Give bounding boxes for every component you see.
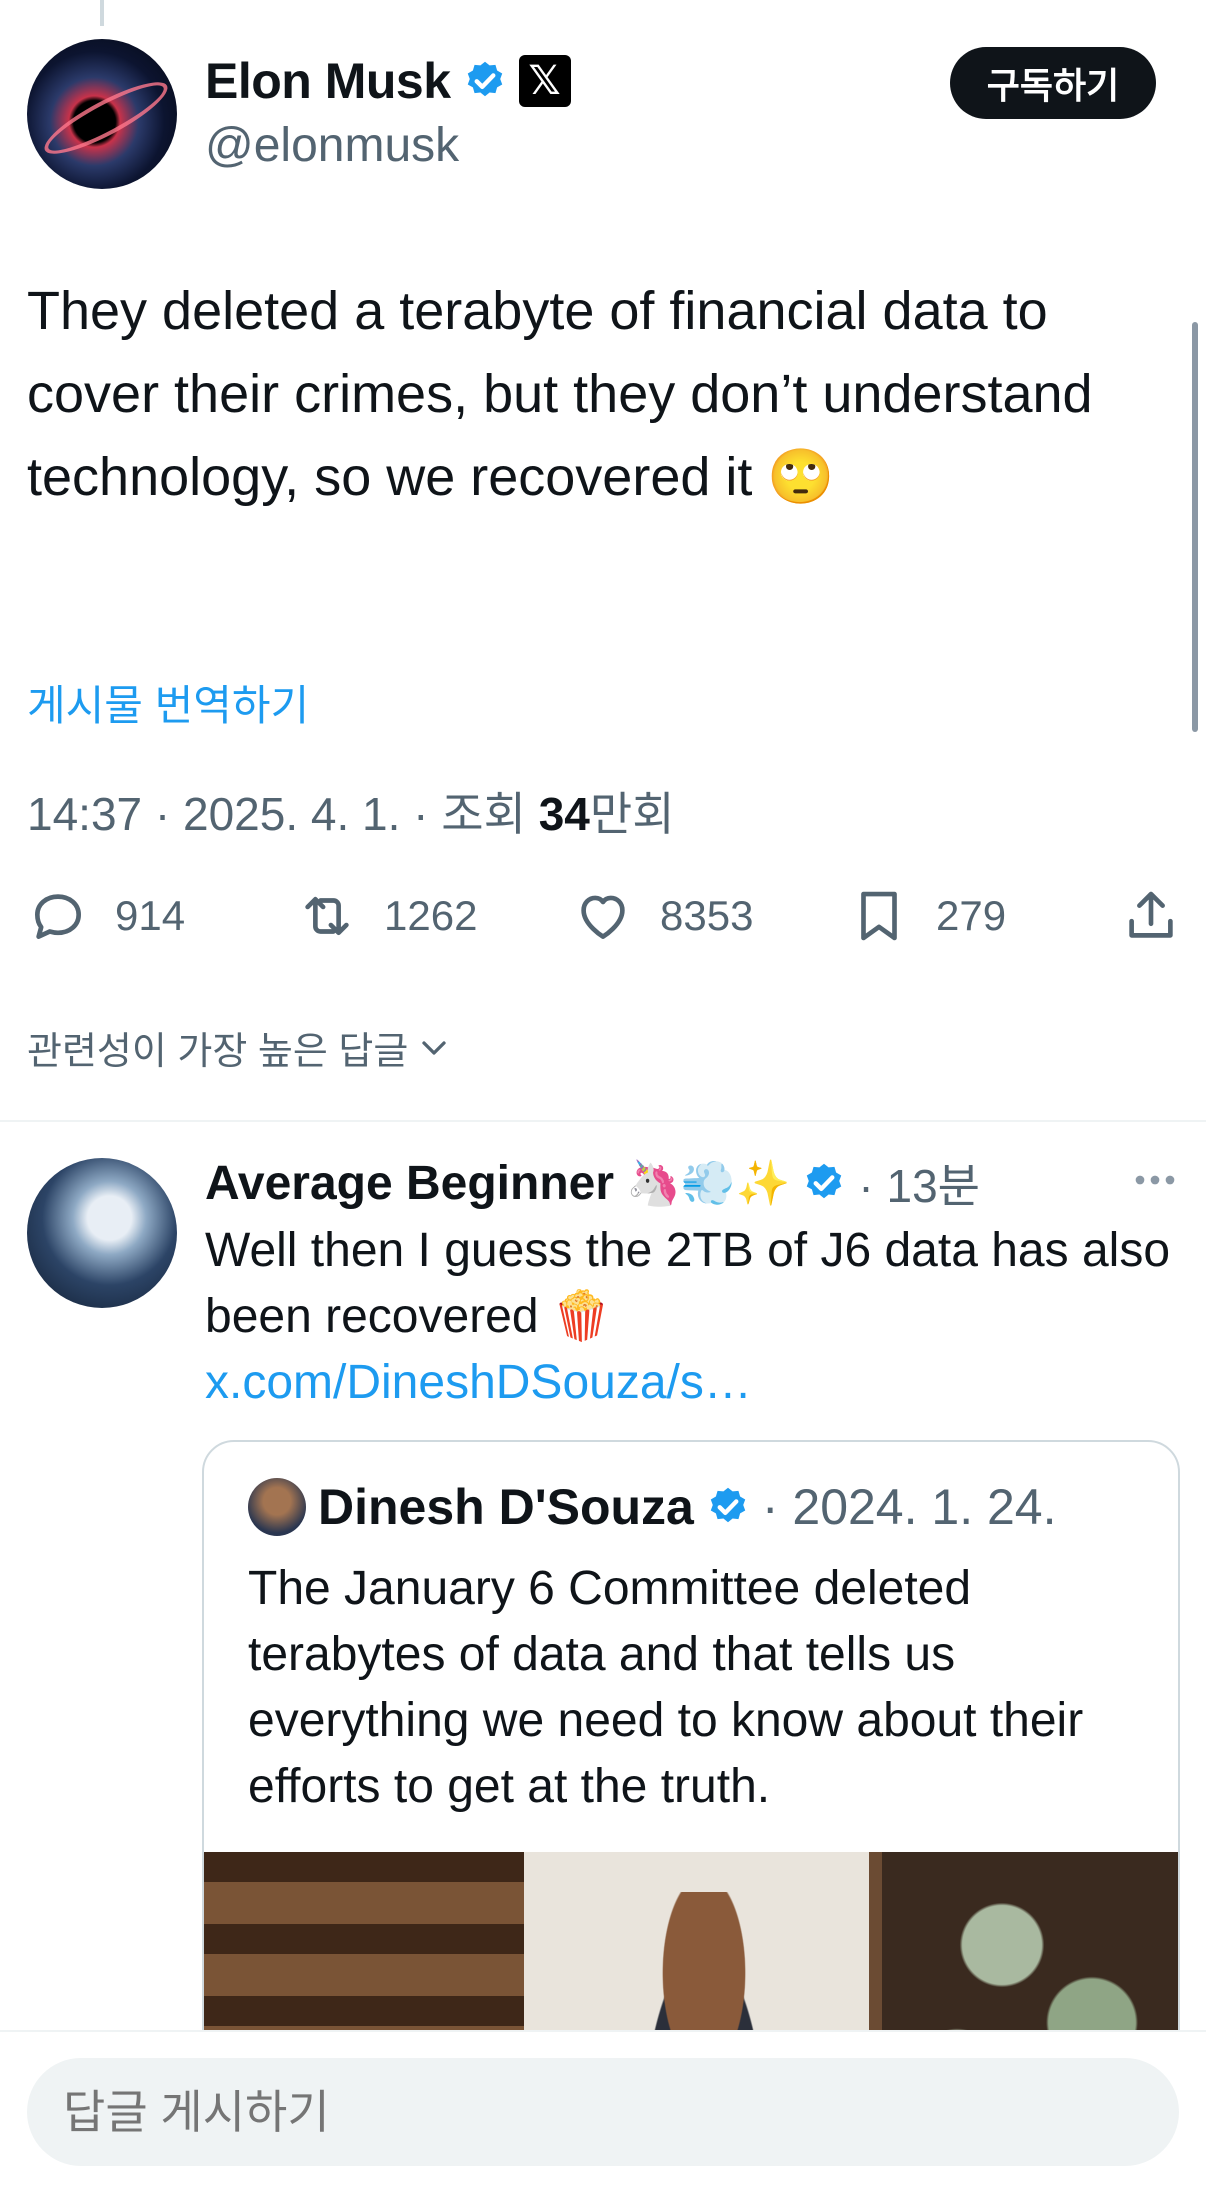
quoted-author-avatar [248,1478,306,1536]
reply-text: Well then I guess the 2TB of J6 data has… [205,1224,1171,1343]
reply-sort-label: 관련성이 가장 높은 답글 [27,1031,409,1073]
view-unit: 만회 [589,788,675,840]
reply-timestamp: · 13분 [858,1160,980,1212]
author-display-name[interactable]: Elon Musk [205,52,451,110]
post-meta: 14:37 · 2025. 4. 1. · 조회 34만회 [27,778,675,844]
quoted-post-text: The January 6 Committee deleted terabyte… [248,1562,1084,1813]
bookmark-icon [861,891,897,941]
post-text: They deleted a terabyte of financial dat… [27,281,1093,507]
bookmark-button[interactable]: 279 [848,885,1006,947]
view-count: 34 [538,788,590,840]
x-affiliation-icon: 𝕏 [518,55,571,107]
reply-link[interactable]: x.com/DineshDSouza/s… [205,1350,1180,1416]
quoted-author-name: Dinesh D'Souza [318,1479,694,1535]
reply-header: Average Beginner 🦄💨✨ · 13분 [205,1150,1185,1216]
scrollbar[interactable] [1192,322,1198,732]
more-options-icon[interactable] [1130,1160,1180,1200]
reply-author-avatar[interactable] [27,1158,177,1308]
chevron-down-icon [422,1040,446,1055]
repost-button[interactable]: 1262 [296,885,477,947]
divider [0,1120,1206,1122]
verified-badge-icon [467,61,502,97]
verified-badge-icon [710,1487,746,1523]
reply-body: Well then I guess the 2TB of J6 data has… [205,1218,1180,1416]
thread-line [100,0,104,26]
translate-post-link[interactable]: 게시물 번역하기 [27,672,309,733]
post-detail-page: Elon Musk 𝕏 @elonmusk 구독하기 They deleted … [0,0,1206,2204]
quoted-post-header: Dinesh D'Souza · 2024. 1. 24. [248,1478,1057,1536]
quoted-post-date: · 2024. 1. 24. [761,1479,1057,1535]
subscribe-button[interactable]: 구독하기 [950,47,1156,119]
reply-icon [35,894,81,939]
author-name-row: Elon Musk 𝕏 [205,52,571,110]
share-icon [1129,891,1173,938]
verified-badge-icon [807,1163,842,1199]
reply-author-emojis: 🦄💨✨ [626,1159,791,1208]
like-count: 8353 [660,892,754,939]
post-timestamp: 14:37 · 2025. 4. 1. · 조회 [27,788,539,840]
reply-sort-selector[interactable]: 관련성이 가장 높은 답글 [27,1020,454,1075]
reply-author-name[interactable]: Average Beginner [205,1156,614,1211]
share-button[interactable] [1120,885,1182,947]
repost-count: 1262 [384,892,478,939]
author-handle[interactable]: @elonmusk [205,118,459,173]
reply-count: 914 [115,892,186,939]
heart-icon [581,895,625,939]
bookmark-count: 279 [936,892,1007,939]
like-button[interactable]: 8353 [572,885,753,947]
reply-composer-input[interactable] [27,2058,1179,2166]
repost-icon [305,896,349,936]
reply-button[interactable]: 914 [27,885,185,947]
author-avatar[interactable] [27,39,177,189]
